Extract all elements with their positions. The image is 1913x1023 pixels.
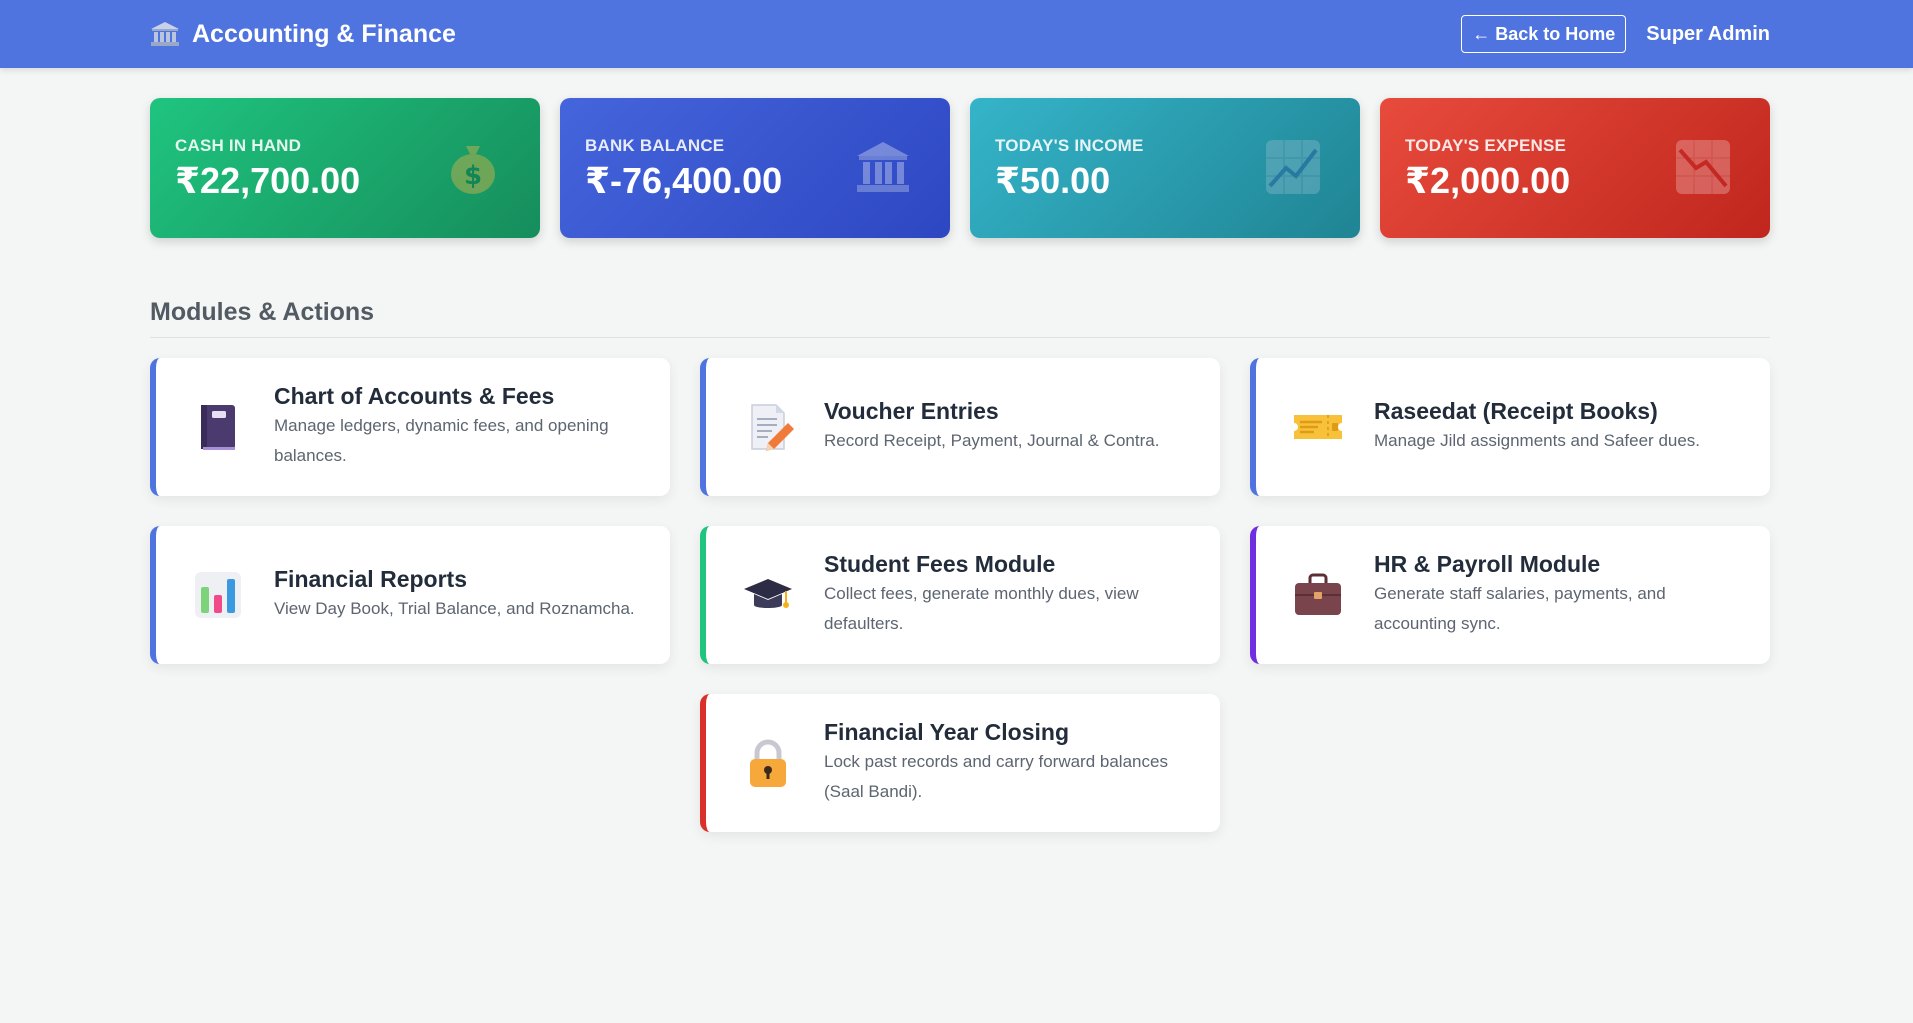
back-to-home-button[interactable]: ← Back to Home (1461, 15, 1627, 53)
user-name[interactable]: Super Admin (1646, 23, 1770, 46)
module-desc: Generate staff salaries, payments, and a… (1374, 584, 1666, 633)
stat-card-income: Today's Income ₹50.00 (970, 98, 1360, 238)
module-title: Raseedat (Receipt Books) (1374, 398, 1658, 424)
module-title: Financial Year Closing (824, 719, 1069, 745)
module-desc: Record Receipt, Payment, Journal & Contr… (824, 431, 1160, 450)
bank-icon (854, 138, 912, 196)
page-title: Accounting & Finance (192, 19, 456, 48)
module-student-fees[interactable]: Student Fees Module Collect fees, genera… (700, 526, 1220, 664)
svg-text:$: $ (464, 161, 482, 191)
stat-card-expense: Today's Expense ₹2,000.00 (1380, 98, 1770, 238)
module-desc: Manage Jild assignments and Safeer dues. (1374, 431, 1701, 450)
stat-card-cash: Cash in Hand ₹22,700.00 $ (150, 98, 540, 238)
module-desc: Manage ledgers, dynamic fees, and openin… (274, 416, 609, 465)
top-right: ← Back to Home Super Admin (1461, 15, 1770, 53)
stat-card-bank: Bank Balance ₹-76,400.00 (560, 98, 950, 238)
money-bag-icon: $ (444, 138, 502, 196)
module-text: Student Fees Module Collect fees, genera… (824, 551, 1190, 639)
briefcase-icon (1292, 569, 1344, 621)
module-desc: View Day Book, Trial Balance, and Roznam… (274, 599, 635, 618)
module-text: HR & Payroll Module Generate staff salar… (1374, 551, 1740, 639)
module-raseedat[interactable]: Raseedat (Receipt Books) Manage Jild ass… (1250, 358, 1770, 496)
chart-up-icon (1264, 138, 1322, 196)
stats-row: Cash in Hand ₹22,700.00 $ Bank Balance ₹… (0, 68, 1913, 238)
modules-grid: Chart of Accounts & Fees Manage ledgers,… (0, 338, 1913, 832)
section-title: Modules & Actions (150, 298, 1770, 338)
module-text: Raseedat (Receipt Books) Manage Jild ass… (1374, 398, 1700, 456)
module-title: HR & Payroll Module (1374, 551, 1601, 577)
module-text: Chart of Accounts & Fees Manage ledgers,… (274, 383, 640, 471)
brand: Accounting & Finance (150, 20, 456, 49)
module-financial-reports[interactable]: Financial Reports View Day Book, Trial B… (150, 526, 670, 664)
module-hr-payroll[interactable]: HR & Payroll Module Generate staff salar… (1250, 526, 1770, 664)
module-chart-of-accounts[interactable]: Chart of Accounts & Fees Manage ledgers,… (150, 358, 670, 496)
module-year-closing[interactable]: Financial Year Closing Lock past records… (700, 694, 1220, 832)
module-desc: Lock past records and carry forward bala… (824, 752, 1168, 801)
graduation-cap-icon (742, 569, 794, 621)
notebook-icon (192, 401, 244, 453)
module-text: Voucher Entries Record Receipt, Payment,… (824, 398, 1159, 456)
module-text: Financial Year Closing Lock past records… (824, 719, 1190, 807)
memo-icon (742, 401, 794, 453)
module-desc: Collect fees, generate monthly dues, vie… (824, 584, 1139, 633)
top-bar: Accounting & Finance ← Back to Home Supe… (0, 0, 1913, 68)
module-voucher-entries[interactable]: Voucher Entries Record Receipt, Payment,… (700, 358, 1220, 496)
module-title: Voucher Entries (824, 398, 999, 424)
module-title: Student Fees Module (824, 551, 1056, 577)
ticket-icon (1292, 401, 1344, 453)
chart-down-icon (1674, 138, 1732, 196)
bank-icon (150, 21, 180, 47)
module-text: Financial Reports View Day Book, Trial B… (274, 566, 635, 624)
module-title: Chart of Accounts & Fees (274, 383, 555, 409)
bar-chart-icon (192, 569, 244, 621)
module-title: Financial Reports (274, 566, 467, 592)
lock-icon (742, 737, 794, 789)
